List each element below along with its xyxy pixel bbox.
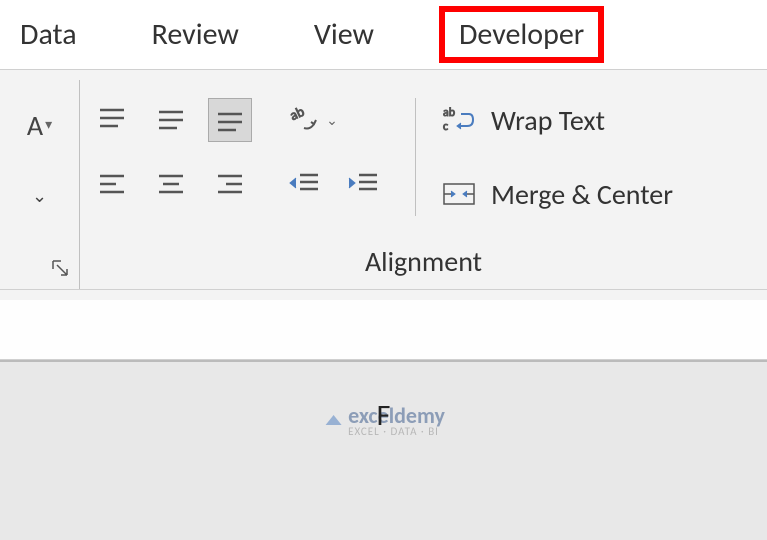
align-right-icon (214, 170, 246, 198)
tab-view[interactable]: View (304, 8, 384, 61)
decrease-indent-icon (286, 170, 322, 198)
increase-indent-button[interactable] (341, 162, 385, 206)
launcher-icon (51, 259, 71, 279)
tab-developer[interactable]: Developer (439, 6, 604, 63)
chevron-down-icon: ⌄ (32, 185, 47, 207)
wrap-text-label: Wrap Text (491, 103, 605, 138)
decrease-font-size-button[interactable]: A ▾ (8, 98, 71, 143)
svg-text:ab: ab (443, 106, 455, 120)
align-top-button[interactable] (90, 98, 134, 142)
font-dialog-launcher[interactable] (8, 249, 71, 279)
column-header-f[interactable]: F (377, 397, 391, 434)
font-group-partial: A ▾ ⌄ (0, 80, 80, 289)
align-left-icon (96, 170, 128, 198)
align-middle-button[interactable] (149, 98, 193, 142)
orientation-icon: ab (286, 102, 322, 138)
wrap-text-icon: ab c (441, 104, 477, 136)
tab-data[interactable]: Data (10, 8, 87, 61)
decrease-indent-button[interactable] (282, 162, 326, 206)
alignment-group-label: Alignment (90, 239, 757, 279)
align-bottom-button[interactable] (208, 98, 252, 142)
align-right-button[interactable] (208, 162, 252, 206)
align-top-icon (96, 106, 128, 134)
svg-text:ab: ab (287, 103, 307, 124)
wrap-text-button[interactable]: ab c Wrap Text (441, 98, 673, 142)
chevron-down-icon: ⌄ (326, 112, 338, 129)
align-center-icon (155, 170, 187, 198)
tab-review[interactable]: Review (142, 8, 249, 61)
watermark-logo-icon (322, 409, 344, 431)
orientation-button[interactable]: ab ⌄ (282, 98, 342, 142)
merge-center-label: Merge & Center (491, 177, 673, 212)
align-left-button[interactable] (90, 162, 134, 206)
formula-bar[interactable] (0, 300, 767, 360)
font-dropdown[interactable]: ⌄ (8, 176, 71, 216)
worksheet-area[interactable]: exceldemy EXCEL · DATA · BI F (0, 360, 767, 540)
increase-indent-icon (345, 170, 381, 198)
letter-a-icon: A (27, 108, 43, 143)
alignment-group: ab ⌄ (80, 80, 767, 289)
merge-center-button[interactable]: Merge & Center (441, 172, 673, 216)
merge-center-icon (441, 178, 477, 210)
watermark-tagline: EXCEL · DATA · BI (348, 425, 445, 438)
caret-down-icon: ▾ (45, 116, 52, 133)
align-center-button[interactable] (149, 162, 193, 206)
svg-text:c: c (443, 120, 448, 134)
align-middle-icon (155, 106, 187, 134)
align-bottom-icon (214, 106, 246, 134)
